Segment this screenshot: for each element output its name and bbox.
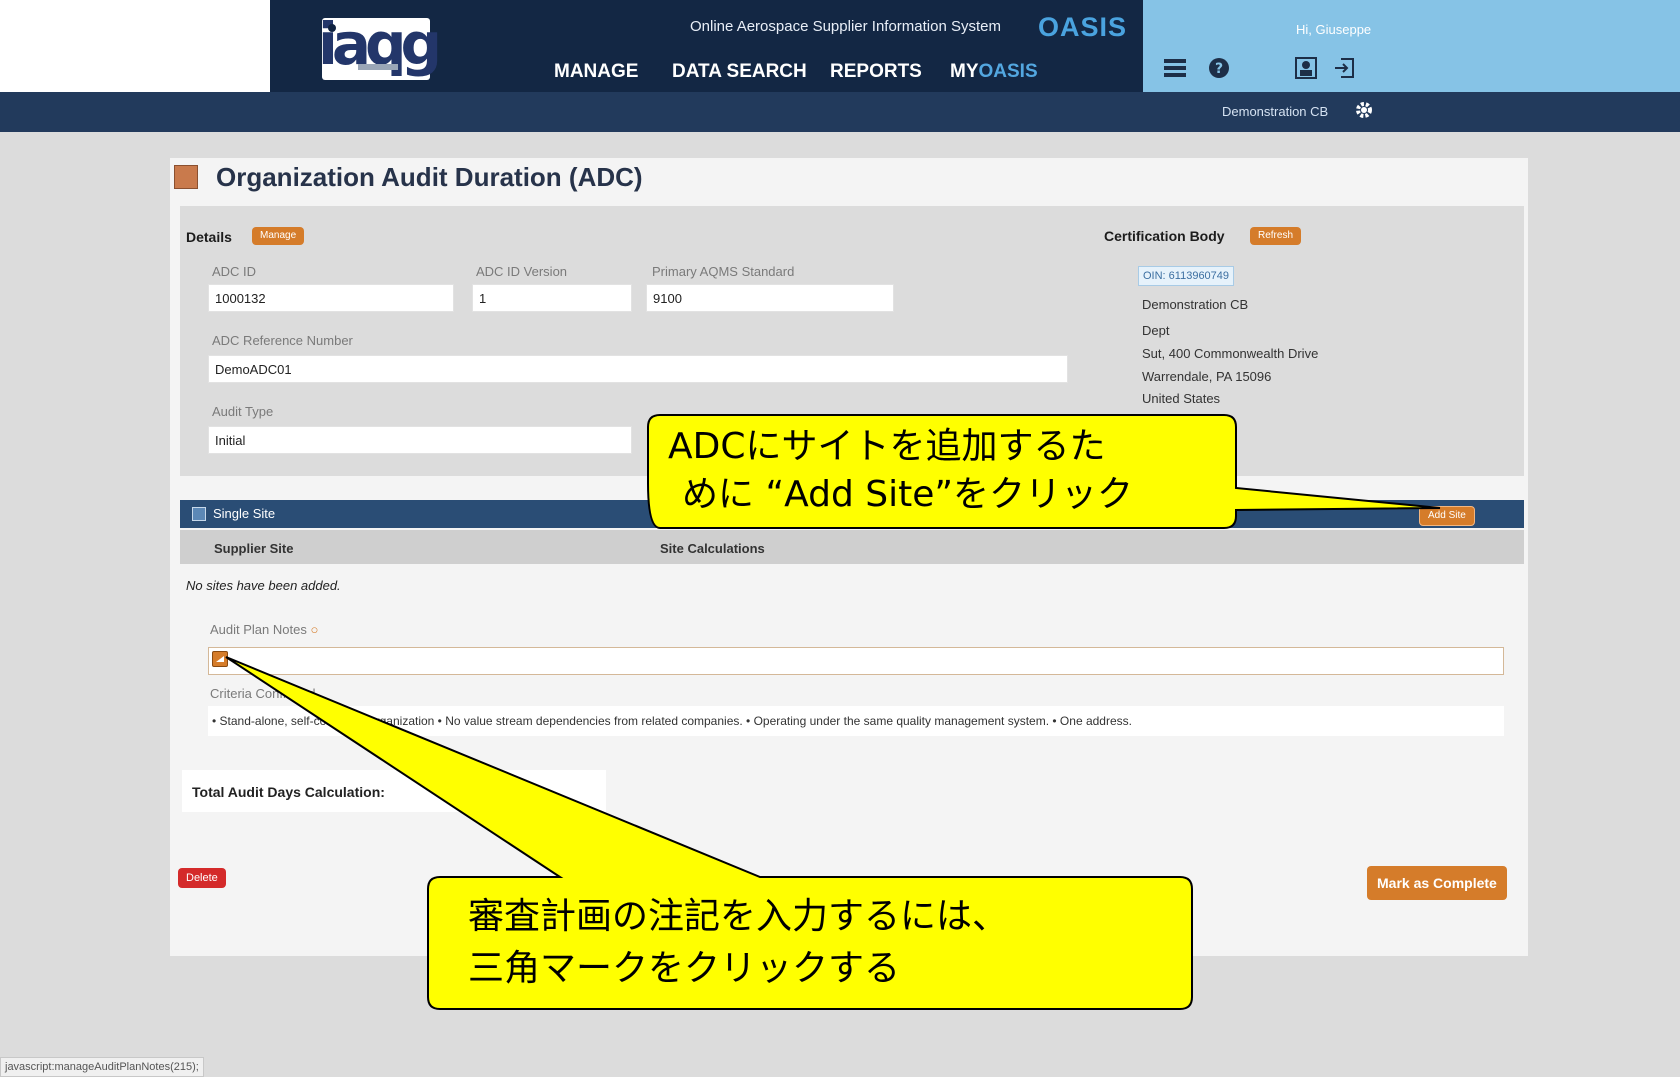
system-short-name: OASIS (1038, 12, 1128, 42)
edit-icon (174, 165, 198, 189)
nav-myoasis[interactable]: MYOASIS (950, 61, 1038, 83)
svg-text:?: ? (1215, 61, 1223, 77)
criteria-label: Criteria Confirmed (210, 686, 316, 701)
audit-plan-notes-box[interactable] (208, 647, 1504, 675)
callout-notes-line1: 審査計画の注記を入力するには、 (468, 896, 1009, 937)
gear-icon[interactable] (1352, 98, 1376, 122)
certification-body-label: Certification Body (1104, 228, 1225, 244)
adc-id-label: ADC ID (212, 264, 257, 279)
cb-address-2: Warrendale, PA 15096 (1142, 369, 1272, 384)
nav-reports[interactable]: REPORTS (830, 61, 922, 83)
reference-label: ADC Reference Number (212, 333, 353, 348)
nav-manage[interactable]: MANAGE (554, 61, 638, 83)
col-supplier-site: Supplier Site (214, 541, 294, 556)
cb-dept: Dept (1142, 323, 1170, 338)
site-table-header (180, 530, 1524, 564)
browser-status-bar: javascript:manageAuditPlanNotes(215); (0, 1057, 204, 1077)
criteria-text: • Stand-alone, self-contained organizati… (208, 706, 1504, 736)
audit-plan-notes-text: Audit Plan Notes (210, 622, 307, 637)
audit-type-label: Audit Type (212, 404, 274, 419)
total-audit-days-label: Total Audit Days Calculation: (192, 784, 385, 800)
nav-data-search[interactable]: DATA SEARCH (672, 61, 807, 83)
callout-add-site-line1: ADCにサイトを追加するた (668, 426, 1106, 467)
menu-icon[interactable] (1162, 55, 1188, 81)
logout-icon[interactable] (1331, 55, 1357, 81)
cb-name: Demonstration CB (1142, 297, 1249, 312)
system-name: Online Aerospace Supplier Information Sy… (690, 18, 1001, 35)
callout-notes-line2: 三角マークをクリックする (468, 948, 901, 989)
mark-complete-button[interactable]: Mark as Complete (1367, 866, 1507, 900)
help-icon[interactable]: ? (1206, 55, 1232, 81)
audit-plan-notes-label: Audit Plan Notes ○ (210, 622, 318, 637)
profile-icon[interactable] (1293, 55, 1319, 81)
primary-standard-label: Primary AQMS Standard (652, 264, 795, 279)
adc-id-field[interactable]: 1000132 (208, 284, 454, 312)
sub-header-bar (0, 92, 1680, 132)
delete-button[interactable]: Delete (178, 868, 226, 888)
site-section-title: Single Site (213, 506, 276, 521)
empty-sites-message: No sites have been added. (186, 578, 341, 593)
callout-add-site-line2: めに “Add Site”をクリック (682, 474, 1134, 515)
cb-country: United States (1142, 391, 1221, 406)
page-title: Organization Audit Duration (ADC) (216, 162, 643, 192)
notes-toggle-icon[interactable] (212, 651, 228, 667)
cb-address-1: Sut, 400 Commonwealth Drive (1142, 346, 1319, 361)
adc-id-version-label: ADC ID Version (476, 264, 568, 279)
site-icon (192, 507, 206, 521)
add-site-button[interactable]: Add Site (1419, 506, 1475, 526)
nav-my-suffix: OASIS (978, 61, 1038, 82)
oin-badge[interactable]: OIN: 6113960749 (1138, 266, 1235, 286)
active-cb-name: Demonstration CB (1222, 104, 1329, 119)
details-label: Details (186, 229, 232, 245)
info-icon: ○ (310, 622, 319, 637)
nav-my-prefix: MY (950, 61, 979, 82)
logo-subtitle (358, 64, 398, 70)
col-site-calculations: Site Calculations (660, 541, 765, 556)
audit-type-field[interactable]: Initial (208, 426, 632, 454)
manage-button[interactable]: Manage (252, 227, 305, 245)
reference-field[interactable]: DemoADC01 (208, 355, 1068, 383)
adc-id-version-field[interactable]: 1 (472, 284, 632, 312)
user-greeting: Hi, Giuseppe (1296, 22, 1372, 37)
logo-dot (328, 24, 336, 32)
primary-standard-field[interactable]: 9100 (646, 284, 894, 312)
refresh-button[interactable]: Refresh (1250, 227, 1302, 245)
